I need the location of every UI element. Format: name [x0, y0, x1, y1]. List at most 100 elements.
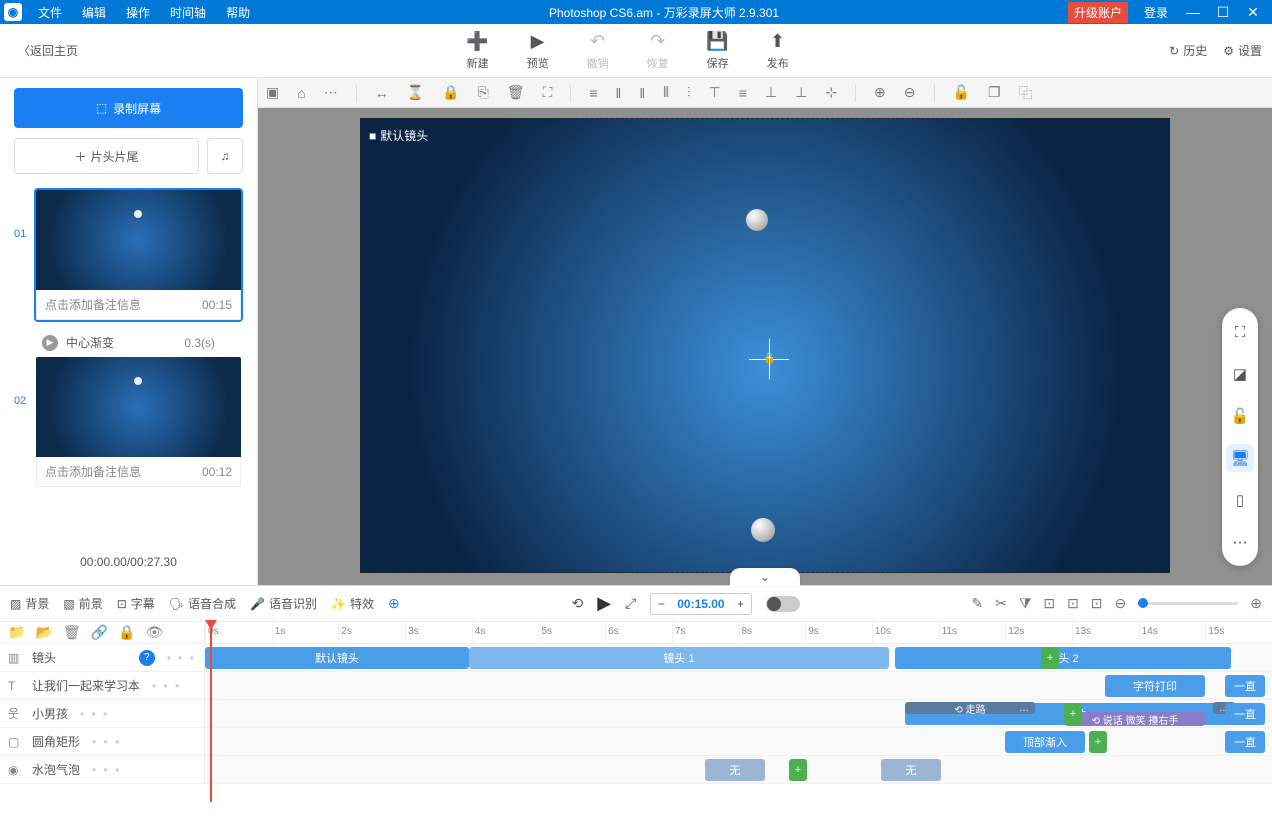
track-label[interactable]: ▢圆角矩形• • • — [0, 728, 205, 755]
timeline-subclip[interactable]: ⟲ 说话 微笑 擡右手 — [1065, 712, 1205, 726]
timeline-clip[interactable]: 无 — [705, 759, 765, 781]
menu-edit[interactable]: 编辑 — [72, 4, 116, 21]
time-stepper[interactable]: − 00:15.00 + — [650, 593, 751, 615]
track-content[interactable]: 顶部渐入+一直 — [205, 728, 1272, 755]
preview-button[interactable]: ▶预览 — [518, 31, 558, 71]
redo-button[interactable]: ↷恢复 — [638, 31, 678, 71]
menu-action[interactable]: 操作 — [116, 4, 160, 21]
align-bot2-icon[interactable]: ⊥ — [795, 84, 807, 101]
help-icon[interactable]: ? — [139, 650, 155, 666]
filter-icon[interactable]: ⧩ — [1019, 595, 1032, 612]
more-icon[interactable]: ⋯ — [324, 84, 338, 101]
bubble-element[interactable] — [746, 209, 768, 231]
foreground-tool[interactable]: ▧前景 — [63, 595, 102, 612]
settings-button[interactable]: ⚙设置 — [1223, 42, 1262, 59]
eraser-icon[interactable]: ◪ — [1226, 360, 1254, 388]
copy-icon[interactable]: ⎘ — [478, 84, 489, 101]
snap-icon[interactable]: ⊡ — [1043, 595, 1055, 612]
maximize-button[interactable]: ☐ — [1208, 4, 1238, 21]
scene-card[interactable]: 点击添加备注信息00:12 — [34, 355, 243, 489]
unlock-icon[interactable]: 🔓 — [953, 84, 970, 101]
more-icon[interactable]: ⋯ — [1226, 528, 1254, 556]
zoom-in-icon[interactable]: ⊕ — [1250, 595, 1262, 612]
scene-note[interactable]: 点击添加备注信息 — [45, 463, 141, 480]
music-button[interactable]: ♫ — [207, 138, 243, 174]
loop-icon[interactable]: ⊡ — [1091, 595, 1103, 612]
back-button[interactable]: 〈 返回主页 — [10, 38, 86, 63]
lock-icon[interactable]: 🔒 — [442, 84, 459, 101]
timeline-clip[interactable]: 镜头 1 — [469, 647, 889, 669]
crosshair-icon[interactable]: 🔒 — [759, 349, 779, 369]
scene-card[interactable]: 点击添加备注信息00:15 — [34, 188, 243, 322]
undo-button[interactable]: ↶撤销 — [578, 31, 618, 71]
eye-icon[interactable]: 👁 — [146, 624, 164, 641]
align-bot-icon[interactable]: ⊥ — [765, 84, 777, 101]
lock-icon[interactable]: 🔒 — [118, 624, 135, 641]
rewind-icon[interactable]: ⟲ — [571, 595, 583, 612]
layers-icon[interactable]: ❐ — [988, 84, 1001, 101]
scene-thumbnail[interactable] — [36, 357, 241, 457]
align-h-icon[interactable]: ⫴ — [663, 84, 669, 101]
cut-icon[interactable]: ✂ — [995, 595, 1007, 612]
hourglass-icon[interactable]: ⌛ — [407, 84, 424, 101]
close-button[interactable]: ✕ — [1238, 4, 1268, 21]
login-link[interactable]: 登录 — [1134, 4, 1178, 21]
background-tool[interactable]: ▨背景 — [10, 595, 49, 612]
home-icon[interactable]: ⌂ — [297, 85, 305, 101]
track-label[interactable]: ◉水泡气泡• • • — [0, 756, 205, 783]
play-icon[interactable]: ▶ — [597, 593, 611, 614]
timeline-clip[interactable]: + — [789, 759, 807, 781]
distribute-icon[interactable]: ⫶ — [687, 84, 691, 101]
toggle-switch[interactable] — [766, 596, 800, 612]
track-content[interactable]: 无 + 无 — [205, 756, 1272, 783]
head-tail-button[interactable]: ＋片头片尾 — [14, 138, 199, 174]
timeline-clip[interactable]: 字符打印 — [1105, 675, 1205, 697]
select-icon[interactable]: ▣ — [266, 84, 279, 101]
new-button[interactable]: ➕新建 — [458, 31, 498, 71]
minimize-button[interactable]: — — [1178, 4, 1208, 20]
duplicate-icon[interactable]: ⿻ — [1019, 83, 1033, 103]
track-dots-icon[interactable]: • • • — [152, 679, 181, 693]
track-content[interactable]: 移动⟲ 走路…⟲ 说话 微笑 擡右手…一直+ — [205, 700, 1272, 727]
timeline-clip[interactable]: 默认镜头 — [205, 647, 469, 669]
track-dots-icon[interactable]: • • • — [80, 707, 109, 721]
timeline-clip[interactable]: 一直 — [1225, 703, 1265, 725]
publish-button[interactable]: ⬆发布 — [758, 31, 798, 71]
track-dots-icon[interactable]: • • • — [92, 735, 121, 749]
timeline-subclip[interactable]: … — [1013, 702, 1035, 714]
timeline-clip[interactable]: 一直 — [1225, 675, 1265, 697]
track-dots-icon[interactable]: • • • — [92, 763, 121, 777]
collapse-toggle[interactable]: ⌄ — [730, 568, 800, 586]
zoom-in-icon[interactable]: ⊕ — [874, 84, 886, 101]
zoom-slider[interactable] — [1138, 602, 1238, 605]
timeline-clip[interactable]: 无 — [881, 759, 941, 781]
zoom-out-icon[interactable]: ⊖ — [1115, 595, 1127, 612]
track-dots-icon[interactable]: • • • — [167, 651, 196, 665]
timeline-clip[interactable]: 一直 — [1225, 731, 1265, 753]
trash-icon[interactable]: 🗑 — [507, 84, 525, 101]
track-content[interactable]: 字符打印一直 — [205, 672, 1272, 699]
align-left-icon[interactable]: ≡ — [589, 85, 597, 101]
add-folder-icon[interactable]: 📂 — [35, 624, 52, 641]
effects-tool[interactable]: ✨特效 — [331, 595, 374, 612]
trash-icon[interactable]: 🗑 — [63, 624, 81, 641]
upgrade-badge[interactable]: 升级账户 — [1068, 2, 1128, 23]
save-button[interactable]: 💾保存 — [698, 31, 738, 71]
monitor-icon[interactable]: 🖥 — [1226, 444, 1254, 472]
zoom-out-icon[interactable]: ⊖ — [904, 84, 916, 101]
track-label[interactable]: T让我们一起来学习本• • • — [0, 672, 205, 699]
marker-icon[interactable]: ⊡ — [1067, 595, 1079, 612]
scene-thumbnail[interactable] — [36, 190, 241, 290]
menu-help[interactable]: 帮助 — [216, 4, 260, 21]
align-mid-icon[interactable]: ≡ — [739, 85, 747, 101]
align-v1-icon[interactable]: ‖ — [616, 85, 622, 101]
scene-note[interactable]: 点击添加备注信息 — [45, 296, 141, 313]
tts-tool[interactable]: 🗣语音合成 — [169, 595, 236, 612]
bubble-element[interactable] — [751, 518, 775, 542]
track-content[interactable]: 默认镜头镜头 1镜头 2+ — [205, 644, 1272, 671]
crop-icon[interactable]: ⛶ — [543, 84, 553, 101]
mobile-icon[interactable]: ▯ — [1226, 486, 1254, 514]
edit-icon[interactable]: ✎ — [971, 595, 983, 612]
time-plus-button[interactable]: + — [731, 597, 751, 611]
timeline-clip[interactable]: + — [1064, 703, 1082, 725]
